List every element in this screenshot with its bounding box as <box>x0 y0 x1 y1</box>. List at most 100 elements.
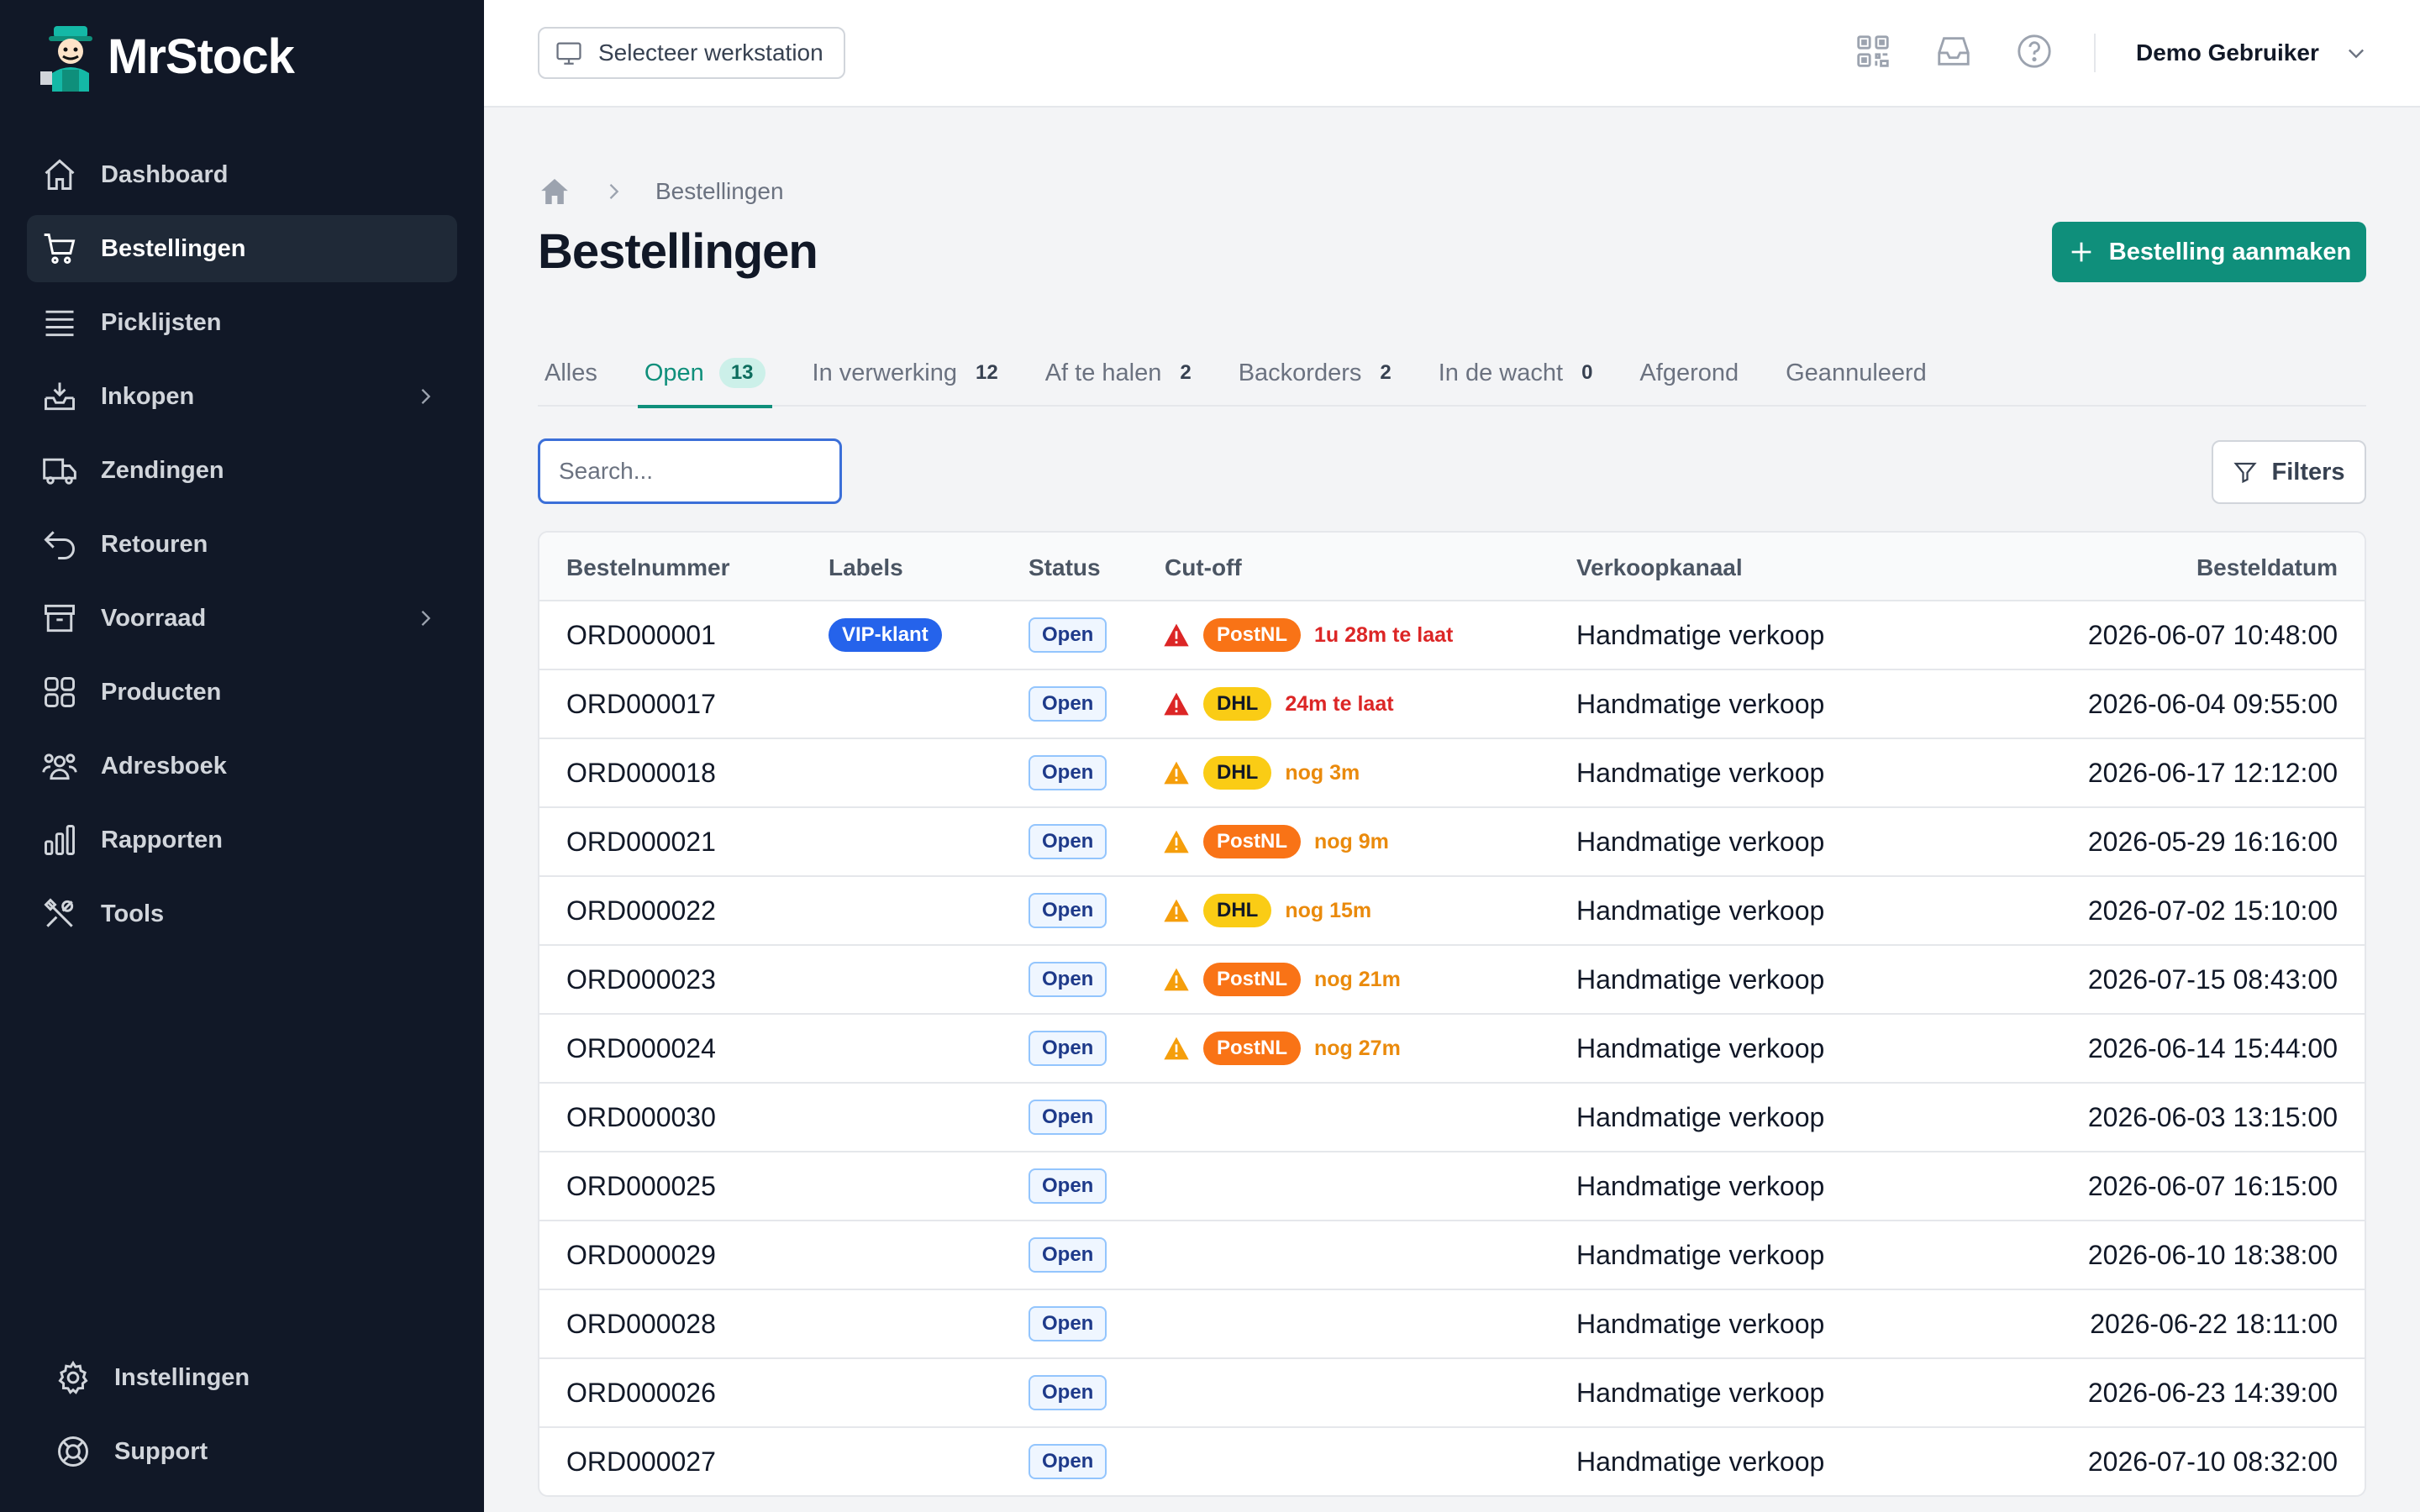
tab-label: Afgerond <box>1639 359 1739 386</box>
warning-triangle-icon <box>1164 968 1189 991</box>
sidebar-item-inkopen[interactable]: Inkopen <box>27 363 457 430</box>
help-icon[interactable] <box>2015 32 2054 71</box>
order-number[interactable]: ORD000028 <box>566 1309 716 1340</box>
tab-in-de-wacht[interactable]: In de wacht 0 <box>1432 339 1600 407</box>
users-icon <box>40 747 79 785</box>
tab-count: 0 <box>1581 361 1593 384</box>
cutoff-indicator: PostNL nog 21m <box>1163 946 1401 1013</box>
sidebar-item-adresboek[interactable]: Adresboek <box>27 732 457 800</box>
sidebar-nav: Dashboard Bestellingen Picklijsten Inkop… <box>27 141 457 954</box>
column-header-verkoopkanaal[interactable]: Verkoopkanaal <box>1576 554 1743 581</box>
sales-channel: Handmatige verkoop <box>1576 1308 1825 1339</box>
tab-afgerond[interactable]: Afgerond <box>1633 339 1745 407</box>
table-row[interactable]: ORD000025 Open Handmatige verkoop 2026-06-0… <box>539 1152 2365 1221</box>
cutoff-indicator: DHL nog 3m <box>1163 739 1360 806</box>
tab-backorders[interactable]: Backorders 2 <box>1232 339 1398 407</box>
tab-count: 12 <box>975 361 998 384</box>
sidebar-item-bestellingen[interactable]: Bestellingen <box>27 215 457 282</box>
column-header-labels[interactable]: Labels <box>829 554 903 581</box>
table-row[interactable]: ORD000026 Open Handmatige verkoop 2026-06-2… <box>539 1359 2365 1428</box>
table-row[interactable]: ORD000023 Open PostNL nog 21m Handmatige ver… <box>539 946 2365 1015</box>
tab-alles[interactable]: Alles <box>538 339 604 407</box>
sales-channel: Handmatige verkoop <box>1576 826 1825 857</box>
sidebar-item-label: Bestellingen <box>101 234 246 262</box>
sidebar-item-retouren[interactable]: Retouren <box>27 511 457 578</box>
order-number[interactable]: ORD000022 <box>566 895 716 927</box>
carrier-badge: DHL <box>1203 756 1272 790</box>
sidebar-item-tools[interactable]: Tools <box>27 880 457 948</box>
sidebar-item-support[interactable]: Support <box>40 1418 460 1485</box>
create-order-button[interactable]: Bestelling aanmaken <box>2052 222 2366 282</box>
order-number[interactable]: ORD000023 <box>566 964 716 995</box>
sidebar-item-producten[interactable]: Producten <box>27 659 457 726</box>
column-header-bestelnummer[interactable]: Bestelnummer <box>566 554 730 581</box>
column-header-besteldatum[interactable]: Besteldatum <box>2196 554 2338 581</box>
truck-icon <box>40 451 79 490</box>
sidebar-item-label: Adresboek <box>101 752 227 780</box>
search-input[interactable] <box>538 438 842 504</box>
table-row[interactable]: ORD000029 Open Handmatige verkoop 2026-06-1… <box>539 1221 2365 1290</box>
order-date: 2026-06-07 10:48:00 <box>2087 619 2338 650</box>
order-number[interactable]: ORD000017 <box>566 689 716 720</box>
tab-geannuleerd[interactable]: Geannuleerd <box>1779 339 1933 407</box>
column-header-status[interactable]: Status <box>1028 554 1101 581</box>
table-row[interactable]: ORD000017 Open DHL 24m te laat Handmatige ve… <box>539 670 2365 739</box>
lifebuoy-icon <box>54 1432 92 1471</box>
table-row[interactable]: ORD000027 Open Handmatige verkoop 2026-07-1… <box>539 1428 2365 1495</box>
topbar: Selecteer werkstation Demo Gebruiker <box>484 0 2420 108</box>
order-date: 2026-06-03 13:15:00 <box>2087 1101 2338 1132</box>
table-row[interactable]: ORD000001 VIP-klant Open PostNL 1u 28m te la… <box>539 601 2365 670</box>
cutoff-text: nog 15m <box>1285 898 1372 922</box>
sidebar-item-picklijsten[interactable]: Picklijsten <box>27 289 457 356</box>
carrier-badge: PostNL <box>1203 825 1301 858</box>
warning-triangle-icon <box>1164 1037 1189 1060</box>
table-row[interactable]: ORD000018 Open DHL nog 3m Handmatige verkoop… <box>539 739 2365 808</box>
sidebar-item-voorraad[interactable]: Voorraad <box>27 585 457 652</box>
order-number[interactable]: ORD000029 <box>566 1240 716 1271</box>
order-number[interactable]: ORD000018 <box>566 758 716 789</box>
order-date: 2026-07-15 08:43:00 <box>2087 963 2338 995</box>
user-menu[interactable]: Demo Gebruiker <box>2136 34 2368 72</box>
sales-channel: Handmatige verkoop <box>1576 688 1825 719</box>
tab-in-verwerking[interactable]: In verwerking 12 <box>806 339 1005 407</box>
sidebar-item-label: Tools <box>101 900 165 927</box>
column-header-cutoff[interactable]: Cut-off <box>1165 554 1242 581</box>
inbox-icon[interactable] <box>1934 32 1973 71</box>
customer-label-badge: VIP-klant <box>829 618 942 652</box>
list-icon <box>40 303 79 342</box>
sidebar-item-dashboard[interactable]: Dashboard <box>27 141 457 208</box>
table-row[interactable]: ORD000022 Open DHL nog 15m Handmatige verkoo… <box>539 877 2365 946</box>
chevron-right-icon <box>421 389 431 404</box>
gear-icon <box>54 1358 92 1397</box>
table-row[interactable]: ORD000024 Open PostNL nog 27m Handmatige ver… <box>539 1015 2365 1084</box>
chevron-down-icon <box>2348 49 2364 59</box>
home-breadcrumb-icon[interactable] <box>538 175 571 208</box>
sidebar-item-rapporten[interactable]: Rapporten <box>27 806 457 874</box>
sidebar-item-zendingen[interactable]: Zendingen <box>27 437 457 504</box>
tools-icon <box>40 895 79 933</box>
main-content: Bestellingen Bestellingen Bestelling aan… <box>484 109 2420 1512</box>
filters-button[interactable]: Filters <box>2212 440 2366 504</box>
table-row[interactable]: ORD000028 Open Handmatige verkoop 2026-06-2… <box>539 1290 2365 1359</box>
order-date: 2026-05-29 16:16:00 <box>2087 826 2338 857</box>
order-number[interactable]: ORD000024 <box>566 1033 716 1064</box>
qr-code-icon[interactable] <box>1854 32 1892 71</box>
sidebar-item-instellingen[interactable]: Instellingen <box>40 1344 460 1411</box>
order-number[interactable]: ORD000026 <box>566 1378 716 1409</box>
order-status-tabs: Alles Open 13 In verwerking 12 Af te halen… <box>538 339 2366 408</box>
workstation-label: Selecteer werkstation <box>598 39 823 66</box>
table-row[interactable]: ORD000030 Open Handmatige verkoop 2026-06-0… <box>539 1084 2365 1152</box>
order-number[interactable]: ORD000030 <box>566 1102 716 1133</box>
order-number[interactable]: ORD000001 <box>566 620 716 651</box>
app-logo[interactable]: MrStock <box>37 18 295 94</box>
order-number[interactable]: ORD000025 <box>566 1171 716 1202</box>
select-workstation-button[interactable]: Selecteer werkstation <box>538 27 845 79</box>
order-number[interactable]: ORD000027 <box>566 1446 716 1478</box>
order-number[interactable]: ORD000021 <box>566 827 716 858</box>
table-row[interactable]: ORD000021 Open PostNL nog 9m Handmatige verk… <box>539 808 2365 877</box>
status-badge: Open <box>1028 1237 1107 1273</box>
tab-open[interactable]: Open 13 <box>637 339 772 408</box>
breadcrumb-current[interactable]: Bestellingen <box>655 178 784 205</box>
tab-label: Backorders <box>1238 359 1362 386</box>
tab-af-te-halen[interactable]: Af te halen 2 <box>1039 339 1198 407</box>
